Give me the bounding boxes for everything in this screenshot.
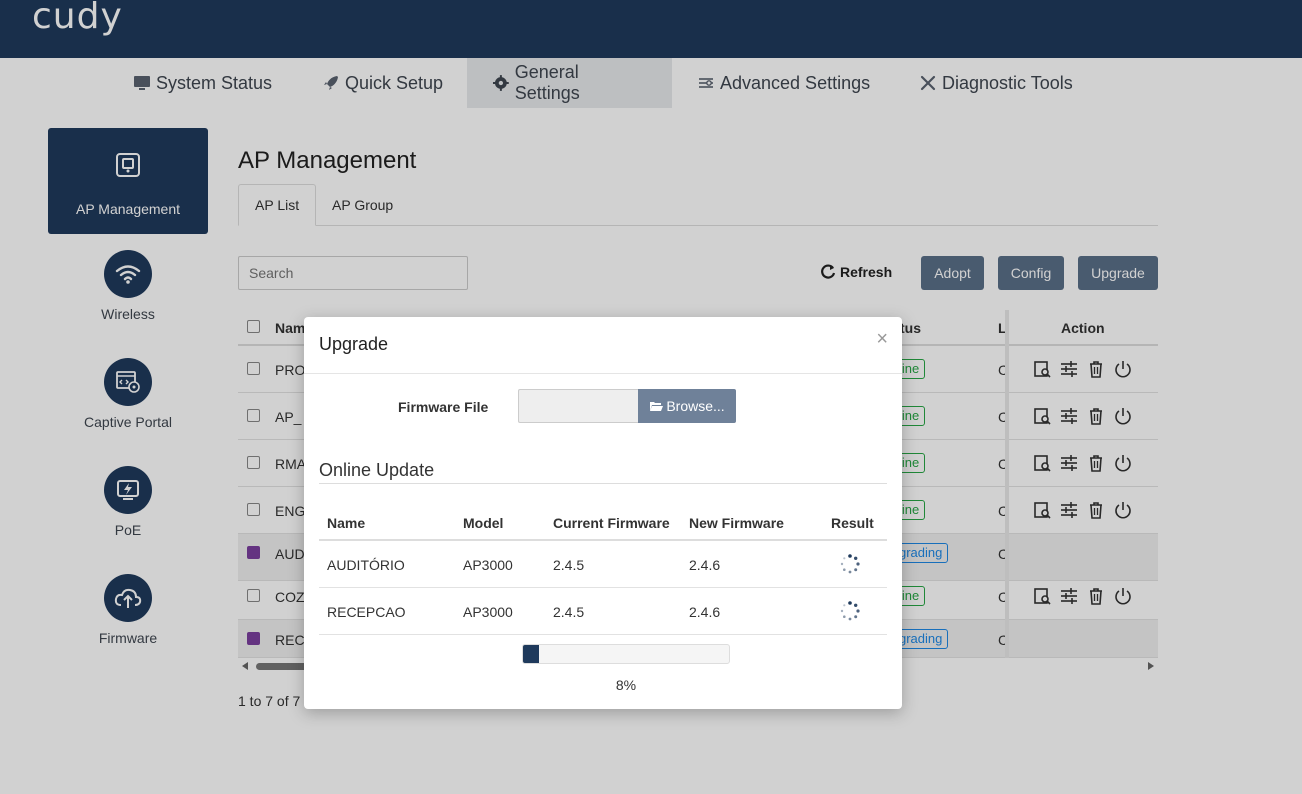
new-firmware: 2.4.6 [689, 604, 721, 620]
progress-fill [523, 645, 540, 663]
modal-title: Upgrade [319, 334, 389, 354]
header-result: Result [831, 515, 874, 531]
divider [304, 373, 902, 374]
table-row: RECEPCAO AP3000 2.4.5 2.4.6 [319, 588, 887, 635]
loading-spinner-icon [840, 554, 860, 574]
current-firmware: 2.4.5 [553, 557, 585, 573]
close-icon[interactable]: × [876, 329, 888, 349]
new-firmware: 2.4.6 [689, 557, 721, 573]
device-name: RECEPCAO [327, 604, 406, 620]
firmware-file-label: Firmware File [398, 399, 489, 415]
upgrade-progress-bar [522, 644, 730, 664]
update-table-header: Name Model Current Firmware New Firmware… [319, 507, 887, 541]
current-firmware: 2.4.5 [553, 604, 585, 620]
upgrade-modal: Upgrade × Firmware File Browse... Online… [304, 317, 902, 709]
online-update-title: Online Update [319, 460, 435, 480]
device-model: AP3000 [463, 557, 513, 573]
header-new-firmware: New Firmware [689, 515, 784, 531]
loading-spinner-icon [840, 601, 860, 621]
firmware-file-input[interactable] [518, 389, 638, 423]
progress-percent: 8% [615, 677, 637, 693]
device-name: AUDITÓRIO [327, 557, 405, 573]
header-model: Model [463, 515, 504, 531]
device-model: AP3000 [463, 604, 513, 620]
table-row: AUDITÓRIO AP3000 2.4.5 2.4.6 [319, 541, 887, 588]
header-name: Name [327, 515, 366, 531]
header-current-firmware: Current Firmware [553, 515, 670, 531]
folder-open-icon [650, 402, 664, 411]
browse-button[interactable]: Browse... [638, 389, 736, 423]
divider [319, 483, 887, 484]
browse-label: Browse... [666, 398, 725, 414]
